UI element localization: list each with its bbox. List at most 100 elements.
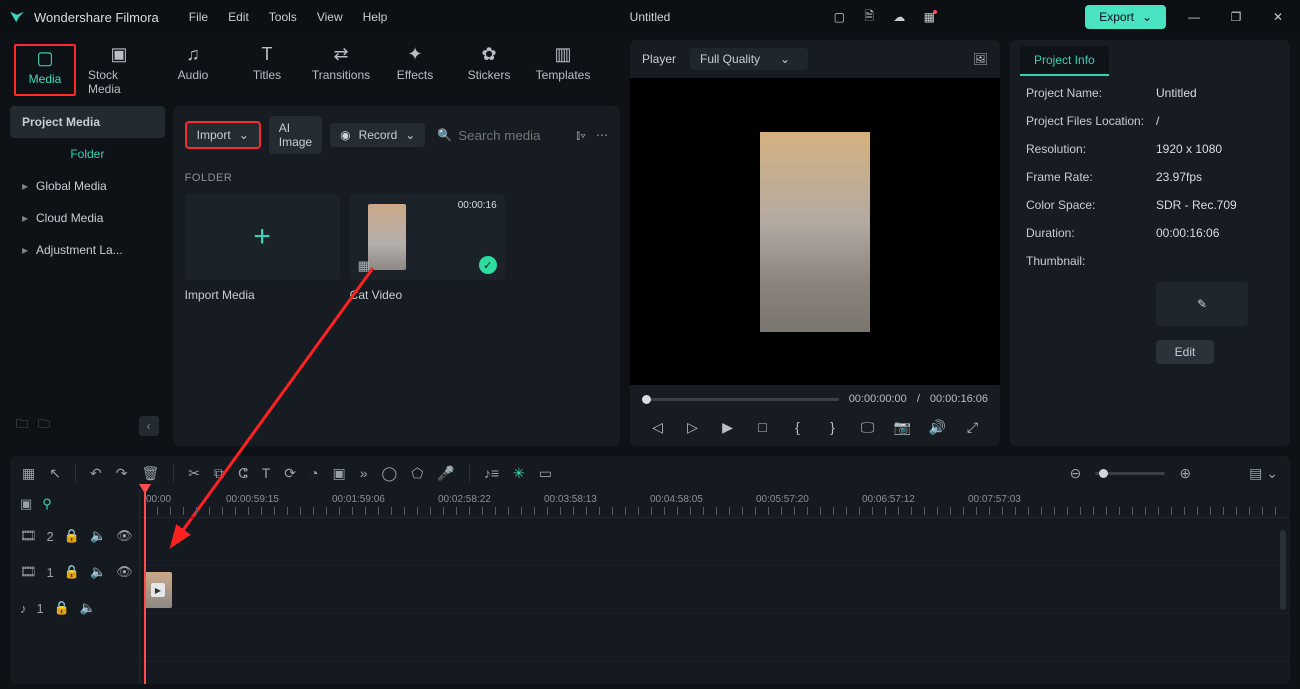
magnet-button[interactable]: ✳ [513,465,525,482]
timeline-tracks[interactable]: 00:00 00:00:59:15 00:01:59:06 00:02:58:2… [140,490,1290,684]
track-header-v1[interactable]: 🎞1 🔒 🔈 👁 [10,554,139,590]
mark-out-button[interactable]: } [821,419,845,436]
tab-titles[interactable]: TTitles [236,44,298,96]
tab-audio[interactable]: ♫Audio [162,44,224,96]
sidebar-project-media[interactable]: Project Media [10,106,165,138]
export-button[interactable]: Export⌄ [1085,5,1166,29]
save-icon[interactable]: 🗎 [861,9,877,25]
grid-icon[interactable]: ▦ [22,465,35,482]
close-button[interactable]: ✕ [1264,10,1292,24]
sidebar-cloud-media[interactable]: ▸Cloud Media [10,202,165,234]
project-info-tab[interactable]: Project Info [1020,46,1109,76]
media-tile-cat-video[interactable]: 00:00:16 ▦ ✓ Cat Video [350,194,505,302]
visible-icon[interactable]: 👁 [116,564,133,580]
timeline-ruler[interactable]: 00:00 00:00:59:15 00:01:59:06 00:02:58:2… [140,490,1290,518]
color-button[interactable]: ◔ [310,465,318,481]
import-button[interactable]: Import⌄ [185,121,261,149]
track-v1[interactable]: ▶ [140,566,1290,614]
cloud-icon[interactable]: ☁ [891,9,907,25]
import-media-tile[interactable]: + Import Media [185,194,340,302]
lock-icon[interactable]: 🔒 [64,564,80,580]
crop-button[interactable]: ⧉ [214,465,224,482]
new-bin-icon[interactable]: 🗀 [38,415,50,436]
delete-button[interactable]: 🗑 [141,465,159,482]
sidebar-adjustment-layer[interactable]: ▸Adjustment La... [10,234,165,266]
image-icon[interactable]: 🖼 [973,52,988,66]
ai-image-button[interactable]: AI Image [269,116,322,154]
menu-help[interactable]: Help [363,10,388,24]
lock-icon[interactable]: 🔒 [64,528,80,544]
sidebar-global-media[interactable]: ▸Global Media [10,170,165,202]
menu-view[interactable]: View [317,10,343,24]
scrub-slider[interactable] [642,398,839,401]
search-input[interactable] [458,128,568,143]
volume-icon[interactable]: 🔊 [926,419,950,436]
track-button[interactable]: ◯ [382,465,398,482]
edit-button[interactable]: Edit [1156,340,1214,364]
more-tools-button[interactable]: » [360,465,368,481]
display-icon[interactable]: 🖵 [856,419,880,436]
timeline-clip[interactable]: ▶ [144,572,172,608]
mask-button[interactable]: ▣ [333,465,346,482]
mute-icon[interactable]: 🔈 [90,528,106,544]
filter-icon[interactable]: ⫾▿ [576,128,586,143]
preview-viewport[interactable] [630,78,1000,385]
text-button[interactable]: T [262,465,271,481]
snapshot-icon[interactable]: 📷 [891,419,915,436]
speed-button[interactable]: ⵛ [238,465,248,482]
frame-button[interactable]: ▭ [539,465,552,482]
mute-icon[interactable]: 🔈 [80,600,96,616]
apps-icon[interactable]: ▦ [921,9,937,25]
mark-in-button[interactable]: { [786,419,810,436]
scrollbar[interactable] [1280,530,1286,610]
track-header-v2[interactable]: 🎞2 🔒 🔈 👁 [10,518,139,554]
tab-effects[interactable]: ✦Effects [384,44,446,96]
marker-button[interactable]: ⬠ [411,465,423,482]
sidebar-folder[interactable]: Folder [10,138,165,170]
tab-transitions[interactable]: ⇄Transitions [310,44,372,96]
playhead[interactable] [144,490,146,684]
redo-button[interactable]: ↷ [116,465,128,482]
lock-icon[interactable]: 🔒 [54,600,70,616]
view-mode-button[interactable]: ▤ ⌄ [1249,465,1278,482]
menu-file[interactable]: File [189,10,208,24]
mic-button[interactable]: 🎤 [437,465,454,482]
prev-frame-button[interactable]: ◁ [646,419,670,436]
track-header-a1[interactable]: ♪1 🔒 🔈 [10,590,139,626]
tab-stock-media[interactable]: ▣Stock Media [88,44,150,96]
cursor-icon[interactable]: ↖ [49,465,61,482]
thumbnail-edit-button[interactable]: ✎ [1156,282,1248,326]
play-button[interactable]: ▶ [716,419,740,436]
menu-tools[interactable]: Tools [269,10,297,24]
collapse-sidebar-button[interactable]: ‹ [139,416,159,436]
tab-stickers[interactable]: ✿Stickers [458,44,520,96]
app-logo-icon [8,8,26,26]
fullscreen-icon[interactable]: ⤢ [961,419,985,436]
undo-button[interactable]: ↶ [90,465,102,482]
track-a1[interactable] [140,614,1290,662]
menu-edit[interactable]: Edit [228,10,249,24]
tab-templates[interactable]: ▥Templates [532,44,594,96]
timeline-settings-icon[interactable]: ▣ [20,496,32,512]
mute-icon[interactable]: 🔈 [90,564,106,580]
quality-select[interactable]: Full Quality⌄ [690,48,808,70]
layout-icon[interactable]: ▢ [831,9,847,25]
split-button[interactable]: ✂ [188,465,200,482]
rotate-button[interactable]: ⟳ [284,465,296,482]
zoom-in-button[interactable]: ⊕ [1179,465,1191,482]
link-icon[interactable]: ⚲ [42,496,52,512]
stop-button[interactable]: □ [751,419,775,436]
more-icon[interactable]: ⋯ [596,128,608,143]
info-dur-key: Duration: [1026,226,1156,240]
zoom-slider[interactable] [1095,472,1165,475]
record-button[interactable]: ◉Record⌄ [330,123,425,147]
audio-tool-button[interactable]: ♪≡ [484,465,499,481]
tab-media[interactable]: ▢Media [14,44,76,96]
new-folder-icon[interactable]: 🗀 [16,415,28,436]
zoom-out-button[interactable]: ⊖ [1070,465,1082,482]
maximize-button[interactable]: ❐ [1222,10,1250,24]
minimize-button[interactable]: — [1180,10,1208,24]
visible-icon[interactable]: 👁 [116,528,133,544]
track-v2[interactable] [140,518,1290,566]
play-backward-button[interactable]: ▷ [681,419,705,436]
